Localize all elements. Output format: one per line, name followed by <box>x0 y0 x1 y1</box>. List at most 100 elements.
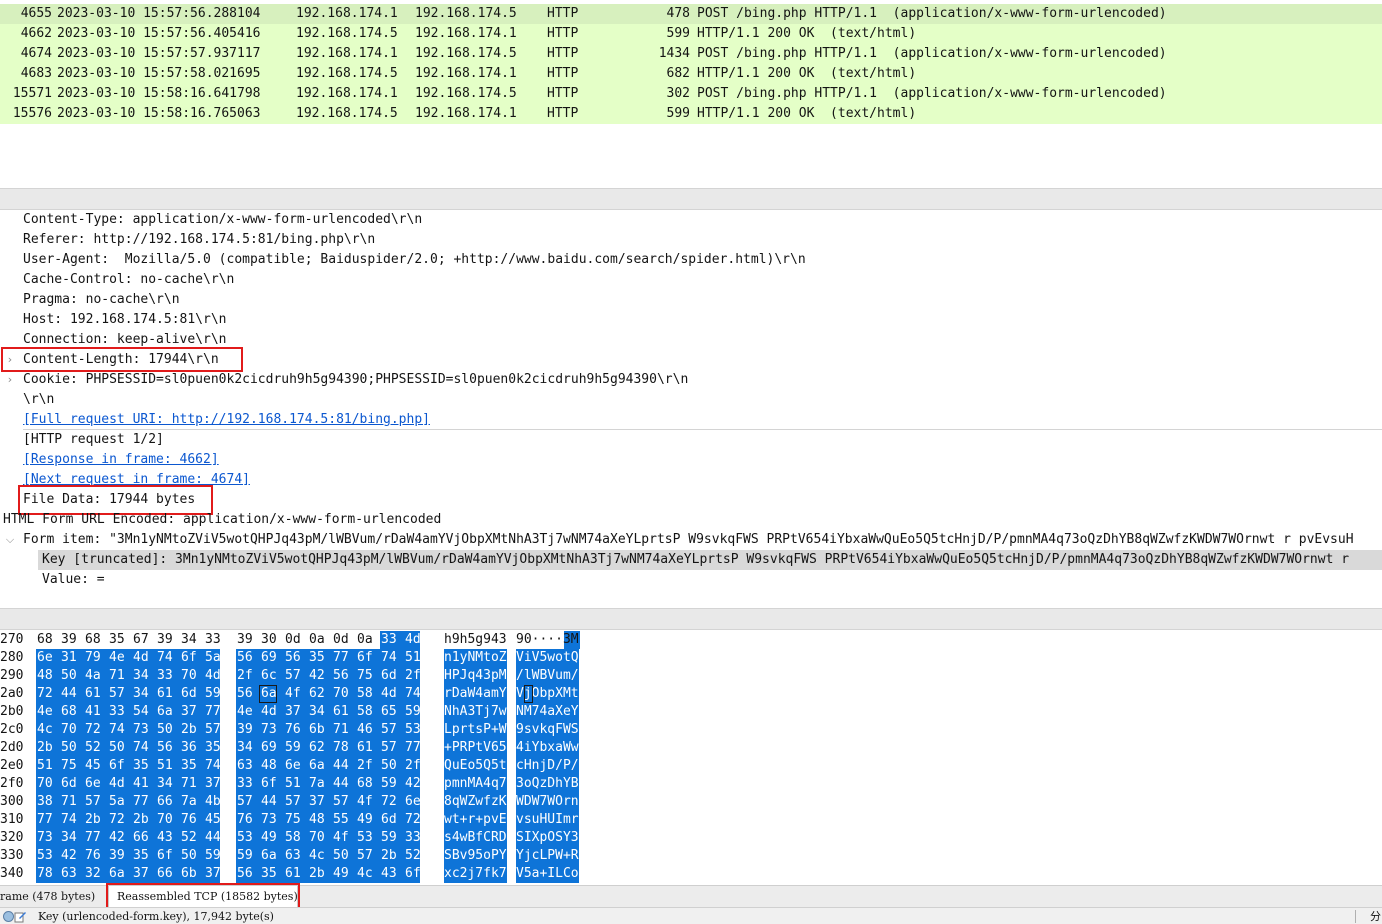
hex-byte[interactable]: 57 <box>284 667 308 685</box>
hex-row[interactable]: 2c0 4c 70 72 74 73 50 2b 57 39 73 76 6b 71 46 57 53 Lprts… <box>0 721 1382 739</box>
hex-byte[interactable]: 63 <box>236 757 260 775</box>
hex-byte[interactable]: 50 <box>332 847 356 865</box>
hex-row[interactable]: 2a0 72 44 61 57 34 61 6d 59 56 6a 4f 62 70 58 4d 74 rDaW4… <box>0 685 1382 703</box>
hex-byte[interactable]: 57 <box>84 793 108 811</box>
hex-byte[interactable]: 62 <box>308 685 332 703</box>
hex-byte[interactable]: 2f <box>404 757 421 775</box>
ascii-right[interactable]: WDW7WOrn <box>516 793 579 811</box>
hex-byte[interactable]: 6d <box>180 685 204 703</box>
hex-byte[interactable]: 2b <box>380 847 404 865</box>
hex-byte[interactable]: 51 <box>284 775 308 793</box>
hex-byte[interactable]: 6b <box>180 865 204 883</box>
packet-row[interactable]: 4674 2023-03-10 15:57:57.937117 192.168.17… <box>0 44 1382 64</box>
hex-byte[interactable]: 34 <box>132 667 156 685</box>
hex-byte[interactable]: 49 <box>356 811 380 829</box>
hex-byte[interactable]: 4f <box>356 793 380 811</box>
hex-byte[interactable]: 72 <box>404 811 421 829</box>
hex-byte[interactable]: 73 <box>260 721 284 739</box>
hex-byte[interactable]: 51 <box>404 649 421 667</box>
hex-byte[interactable]: 72 <box>108 811 132 829</box>
hex-byte[interactable]: 63 <box>60 865 84 883</box>
hex-byte[interactable]: 6d <box>380 667 404 685</box>
hex-byte[interactable]: 42 <box>404 775 421 793</box>
ascii-right[interactable]: ViV5wotQ <box>516 649 579 667</box>
hex-byte[interactable]: 70 <box>332 685 356 703</box>
hex-byte[interactable]: 75 <box>60 757 84 775</box>
ascii-left[interactable]: +PRPtV65 <box>444 739 507 757</box>
hex-byte[interactable]: 6f <box>404 865 421 883</box>
hex-byte[interactable]: 52 <box>84 739 108 757</box>
hex-byte[interactable]: 51 <box>36 757 60 775</box>
hex-byte[interactable]: 6f <box>156 847 180 865</box>
hex-byte[interactable]: 49 <box>332 865 356 883</box>
hex-byte[interactable]: 69 <box>260 649 284 667</box>
hex-byte[interactable]: 32 <box>84 865 108 883</box>
hex-byte[interactable]: 63 <box>284 847 308 865</box>
hex-byte[interactable]: 52 <box>404 847 421 865</box>
hex-byte[interactable]: 39 <box>156 631 180 649</box>
hex-byte[interactable]: 58 <box>356 685 380 703</box>
ascii-right[interactable]: NM74aXeY <box>516 703 579 721</box>
detail-cache-control[interactable]: Cache-Control: no-cache\r\n <box>23 270 234 290</box>
hex-byte[interactable]: 48 <box>260 757 284 775</box>
hex-byte[interactable]: 2f <box>236 667 260 685</box>
packet-row[interactable]: 4655 2023-03-10 15:57:56.288104 192.168.17… <box>0 4 1382 24</box>
hex-byte[interactable]: 66 <box>156 865 180 883</box>
hex-row[interactable]: 310 77 74 2b 72 2b 70 76 45 76 73 75 48 55 49 6d 72 wt+r+… <box>0 811 1382 829</box>
hex-byte[interactable]: 78 <box>36 865 60 883</box>
hex-byte[interactable]: 74 <box>156 649 180 667</box>
hex-byte[interactable]: 33 <box>380 631 404 649</box>
hex-byte[interactable]: 34 <box>156 775 180 793</box>
hex-byte[interactable]: 77 <box>404 739 421 757</box>
ascii-left[interactable]: rDaW4amY <box>444 685 507 703</box>
hex-byte[interactable]: 4d <box>404 631 421 649</box>
ascii-right[interactable]: 3oQzDhYB <box>516 775 579 793</box>
tab-frame-bytes[interactable]: rame (478 bytes) <box>0 886 98 908</box>
detail-cookie[interactable]: Cookie: PHPSESSID=sl0puen0k2cicdruh9h5g9… <box>23 370 688 390</box>
hex-byte[interactable]: 4c <box>308 847 332 865</box>
hex-byte[interactable]: 39 <box>236 631 260 649</box>
ascii-left[interactable]: n1yNMtoZ <box>444 649 507 667</box>
hex-byte[interactable]: 57 <box>204 721 221 739</box>
hex-byte[interactable]: 4c <box>356 865 380 883</box>
hex-byte[interactable]: 39 <box>60 631 84 649</box>
detail-value[interactable]: Value: = <box>42 570 105 590</box>
hex-byte[interactable]: 45 <box>204 811 221 829</box>
hex-byte[interactable]: 6e <box>404 793 421 811</box>
hex-byte[interactable]: 67 <box>132 631 156 649</box>
detail-referer[interactable]: Referer: http://192.168.174.5:81/bing.ph… <box>23 230 375 250</box>
hex-byte[interactable]: 39 <box>236 721 260 739</box>
hex-byte[interactable]: 33 <box>204 631 228 649</box>
hex-byte[interactable]: 6b <box>308 721 332 739</box>
hex-byte[interactable]: 2f <box>404 667 421 685</box>
hex-byte[interactable]: 2b <box>180 721 204 739</box>
hex-byte[interactable]: 56 <box>332 667 356 685</box>
hex-byte[interactable]: 6a <box>308 757 332 775</box>
hex-byte[interactable]: 54 <box>132 703 156 721</box>
hex-row[interactable]: 280 6e 31 79 4e 4d 74 6f 5a 56 69 56 35 77 6f 74 51 n1yNM… <box>0 649 1382 667</box>
packet-row[interactable]: 15571 2023-03-10 15:58:16.641798 192.168.1… <box>0 84 1382 104</box>
hex-byte[interactable]: 6d <box>60 775 84 793</box>
hex-byte[interactable]: 0a <box>308 631 332 649</box>
hex-byte[interactable]: 0d <box>284 631 308 649</box>
hex-byte[interactable]: 2f <box>356 757 380 775</box>
hex-byte[interactable]: 4f <box>284 685 308 703</box>
hex-byte[interactable]: 6e <box>284 757 308 775</box>
hex-byte[interactable]: 37 <box>204 775 221 793</box>
hex-byte[interactable]: 6a <box>108 865 132 883</box>
hex-byte[interactable]: 4d <box>204 667 221 685</box>
hex-byte[interactable]: 76 <box>180 811 204 829</box>
hex-byte[interactable]: 77 <box>332 649 356 667</box>
hex-byte[interactable]: 53 <box>356 829 380 847</box>
hex-byte[interactable]: 50 <box>60 667 84 685</box>
hex-byte[interactable]: 57 <box>236 793 260 811</box>
hex-byte[interactable]: 4e <box>36 703 60 721</box>
hex-byte[interactable]: 44 <box>332 775 356 793</box>
hex-byte[interactable]: 34 <box>60 829 84 847</box>
hex-byte[interactable]: 68 <box>36 631 60 649</box>
ascii-left[interactable]: NhA3Tj7w <box>444 703 507 721</box>
ascii-left[interactable]: xc2j7fk7 <box>444 865 507 883</box>
packet-row[interactable]: 4683 2023-03-10 15:57:58.021695 192.168.17… <box>0 64 1382 84</box>
hex-row[interactable]: 270 68 39 68 35 67 39 34 33 39 30 0d 0a 0d 0a 33 4d h9h5g… <box>0 631 1382 649</box>
hex-byte[interactable]: 35 <box>180 757 204 775</box>
